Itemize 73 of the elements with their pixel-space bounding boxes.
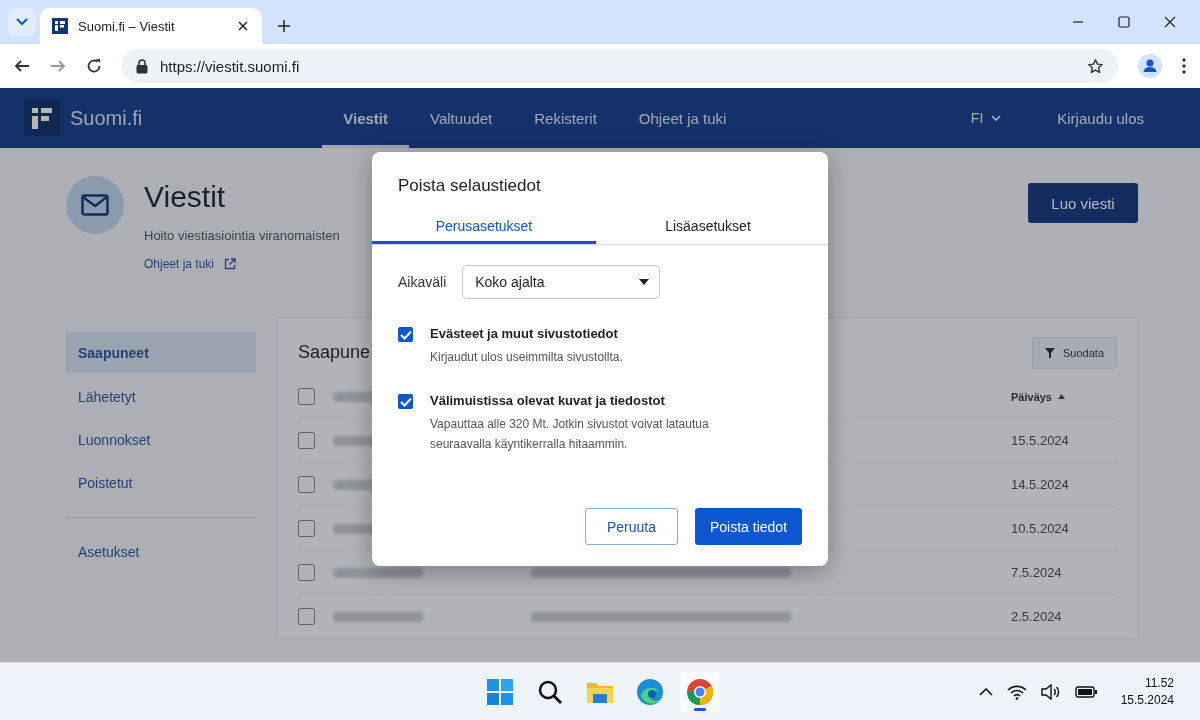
- lock-icon: [136, 58, 148, 74]
- star-icon[interactable]: [1087, 57, 1104, 75]
- address-bar[interactable]: https://viestit.suomi.fi: [122, 49, 1118, 83]
- sidebar-item[interactable]: Lähetetyt: [66, 375, 256, 418]
- filter-button[interactable]: Suodata: [1032, 336, 1117, 369]
- delete-data-button[interactable]: Poista tiedot: [695, 508, 802, 545]
- table-cell-text: 15.5.2024: [1011, 433, 1070, 448]
- cancel-button[interactable]: Peruuta: [585, 508, 678, 545]
- checkbox[interactable]: [298, 520, 315, 537]
- time-range-dropdown[interactable]: Koko ajalta: [462, 265, 661, 299]
- clock-time: 11.52: [1144, 676, 1174, 690]
- clock-date: 15.5.2024: [1120, 693, 1174, 707]
- page-title: Viestit: [144, 180, 227, 214]
- menu-icon[interactable]: [1182, 58, 1186, 74]
- option-label: Välimuistissa olevat kuvat ja tiedostot: [430, 393, 666, 408]
- table-cell-text: 14.5.2024: [1011, 477, 1070, 492]
- close-icon[interactable]: [238, 21, 248, 31]
- nav-link[interactable]: Viestit: [322, 88, 409, 148]
- checkbox[interactable]: [298, 564, 315, 581]
- sort-arrow-icon: [1058, 394, 1065, 399]
- chevron-down-icon: [991, 115, 1002, 121]
- checkbox[interactable]: [298, 388, 315, 405]
- table-cell-text: 7.5.2024: [1011, 565, 1063, 580]
- reload-icon[interactable]: [86, 58, 102, 74]
- speaker-icon[interactable]: [1040, 683, 1061, 700]
- filter-icon: [1045, 347, 1055, 358]
- sidebar-item[interactable]: Luonnokset: [66, 418, 256, 461]
- nav-link[interactable]: Rekisterit: [513, 88, 618, 148]
- battery-icon[interactable]: [1074, 685, 1097, 698]
- checkbox[interactable]: [298, 476, 315, 493]
- table-cell-text: 10.5.2024: [1011, 521, 1070, 536]
- logout-link[interactable]: Kirjaudu ulos: [1057, 109, 1144, 127]
- profile-icon[interactable]: [1138, 54, 1162, 78]
- checkbox[interactable]: [298, 608, 315, 625]
- checkbox[interactable]: [298, 432, 315, 449]
- checkbox[interactable]: [398, 327, 413, 342]
- browser-tab[interactable]: Suomi.fi – Viestit: [40, 8, 262, 44]
- chevron-up-icon[interactable]: [978, 687, 993, 696]
- column-header[interactable]: Päiväys: [1011, 390, 1117, 403]
- field-label: Aikaväli: [398, 274, 447, 290]
- option-description: Vapauttaa alle 320 Mt. Jotkin sivustot voivat latautua seuraavalla käyntikerralla hitaammin.: [430, 416, 710, 453]
- nav-link[interactable]: Ohjeet ja tuki: [617, 88, 748, 148]
- option-label: Evästeet ja muut sivustotiedot: [430, 326, 619, 341]
- chevron-down-icon: [16, 18, 28, 26]
- dropdown-arrow-icon: [639, 279, 650, 285]
- tab-list-button[interactable]: [8, 8, 36, 36]
- language-selector[interactable]: FI: [964, 109, 1008, 127]
- maximize-icon[interactable]: [1118, 16, 1130, 28]
- back-icon[interactable]: [14, 58, 30, 74]
- create-message-button[interactable]: Luo viesti: [1028, 183, 1138, 223]
- table-cell-text: 2.5.2024: [1011, 609, 1063, 624]
- checkbox[interactable]: [398, 394, 413, 409]
- help-link[interactable]: Ohjeet ja tuki: [144, 257, 237, 271]
- tab[interactable]: Lisäasetukset: [596, 208, 820, 244]
- dialog-title: Poista selaustiedot: [398, 176, 542, 196]
- close-icon[interactable]: [1164, 16, 1176, 28]
- wifi-icon[interactable]: [1006, 683, 1027, 700]
- logo-text: Suomi.fi: [70, 106, 143, 130]
- external-link-icon: [224, 258, 237, 270]
- sidebar-item[interactable]: Poistetut: [66, 461, 256, 504]
- tab-title: Suomi.fi – Viestit: [78, 18, 176, 34]
- sidebar-item[interactable]: Saapuneet: [66, 332, 256, 373]
- tab[interactable]: Perusasetukset: [372, 208, 596, 244]
- logo-icon: [24, 100, 60, 136]
- sidebar-item[interactable]: Asetukset: [66, 530, 256, 573]
- nav-link[interactable]: Valtuudet: [409, 88, 514, 148]
- forward-icon[interactable]: [50, 58, 66, 74]
- card-title: Saapune: [298, 342, 371, 363]
- page-description: Hoito viestiasiointia viranomaisten: [144, 228, 340, 243]
- url-text: https://viestit.suomi.fi: [160, 57, 300, 75]
- option-description: Kirjaudut ulos useimmilta sivustoilta.: [430, 349, 624, 366]
- new-tab-icon[interactable]: [278, 20, 290, 32]
- site-favicon-icon: [52, 18, 68, 34]
